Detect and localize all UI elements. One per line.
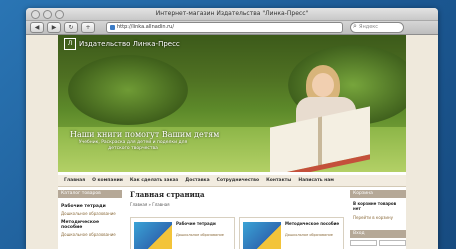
favicon-icon [110,25,115,30]
add-bookmark-button[interactable]: + [81,22,95,33]
catalog-header: Каталог товаров [58,190,122,198]
slogan: Наши книги помогут Вашим детям [70,130,220,139]
foliage-left [68,55,188,125]
logo-text: Издательство Линка-Пресс [79,40,180,48]
window-title: Интернет-магазин Издательства "Линка-Пре… [155,10,309,17]
login-box: Вход [350,230,406,246]
login-header: Вход [350,230,406,238]
username-field[interactable] [350,240,377,246]
open-book-image [270,106,370,172]
page-title: Главная страница [130,190,205,199]
password-field[interactable] [379,240,406,246]
browser-toolbar: ◀ ▶ ↻ + http://linka.allnadin.ru/ Яндекс [26,21,438,35]
girl-face [312,73,334,97]
address-text: http://linka.allnadin.ru/ [117,24,175,30]
main-content: Главная страница Главная » Главная Рабоч… [130,190,344,249]
forward-button[interactable]: ▶ [47,22,61,33]
go-to-cart-link[interactable]: Перейти в корзину [353,215,403,220]
content-columns: Каталог товаров Рабочие тетради Дошкольн… [58,190,406,249]
catalog-item-workbooks[interactable]: Рабочие тетради [61,204,119,209]
site-container: Л Издательство Линка-Пресс Наши книги по… [58,35,406,249]
nav-write-us[interactable]: Написать нам [298,178,334,183]
browser-window: Интернет-магазин Издательства "Линка-Пре… [26,8,438,249]
tile-title: Рабочие тетради [176,221,216,226]
cart-header: Корзина [350,190,406,198]
tile-title: Методическое пособие [285,221,340,226]
back-button[interactable]: ◀ [30,22,44,33]
nav-cooperation[interactable]: Сотрудничество [217,178,259,183]
catalog-sidebar: Каталог товаров Рабочие тетради Дошкольн… [58,190,122,249]
catalog-subitem-preschool-2[interactable]: Дошкольное образование [61,232,119,237]
methodical-cover-image [243,222,281,249]
title-bar: Интернет-магазин Издательства "Линка-Пре… [26,8,438,21]
nav-contacts[interactable]: Контакты [266,178,291,183]
workbook-cover-image [134,222,172,249]
nav-home[interactable]: Главная [64,178,85,183]
catalog-item-methodical[interactable]: Методическое пособие [61,220,119,230]
breadcrumb: Главная » Главная [130,202,170,207]
header-banner: Л Издательство Линка-Пресс Наши книги по… [58,35,406,172]
tile-link[interactable]: Дошкольное образование [176,233,224,237]
slogan-subtext: Учебник, Раскраска для детей и поделки д… [78,140,188,151]
address-bar[interactable]: http://linka.allnadin.ru/ [106,22,343,33]
login-fields [350,240,406,246]
nav-delivery[interactable]: Доставка [185,178,209,183]
main-nav: Главная О компании Как сделать заказ Дос… [58,175,406,187]
catalog-subitem-preschool[interactable]: Дошкольное образование [61,211,119,216]
tile-methodical[interactable]: Методическое пособие Дошкольное образова… [239,217,344,249]
reload-button[interactable]: ↻ [64,22,78,33]
page-viewport: Л Издательство Линка-Пресс Наши книги по… [26,35,438,249]
cart-empty-text: В корзине товаров нет [353,201,397,211]
category-tiles: Рабочие тетради Дошкольное образование М… [130,217,344,249]
search-field[interactable]: Яндекс [350,22,404,33]
site-logo[interactable]: Л Издательство Линка-Пресс [64,38,180,50]
nav-how-to-order[interactable]: Как сделать заказ [130,178,178,183]
logo-icon: Л [64,38,76,50]
tile-workbooks[interactable]: Рабочие тетради Дошкольное образование [130,217,235,249]
tile-link[interactable]: Дошкольное образование [285,233,333,237]
cart-sidebar: Корзина В корзине товаров нет Перейти в … [350,190,406,249]
nav-about[interactable]: О компании [92,178,123,183]
